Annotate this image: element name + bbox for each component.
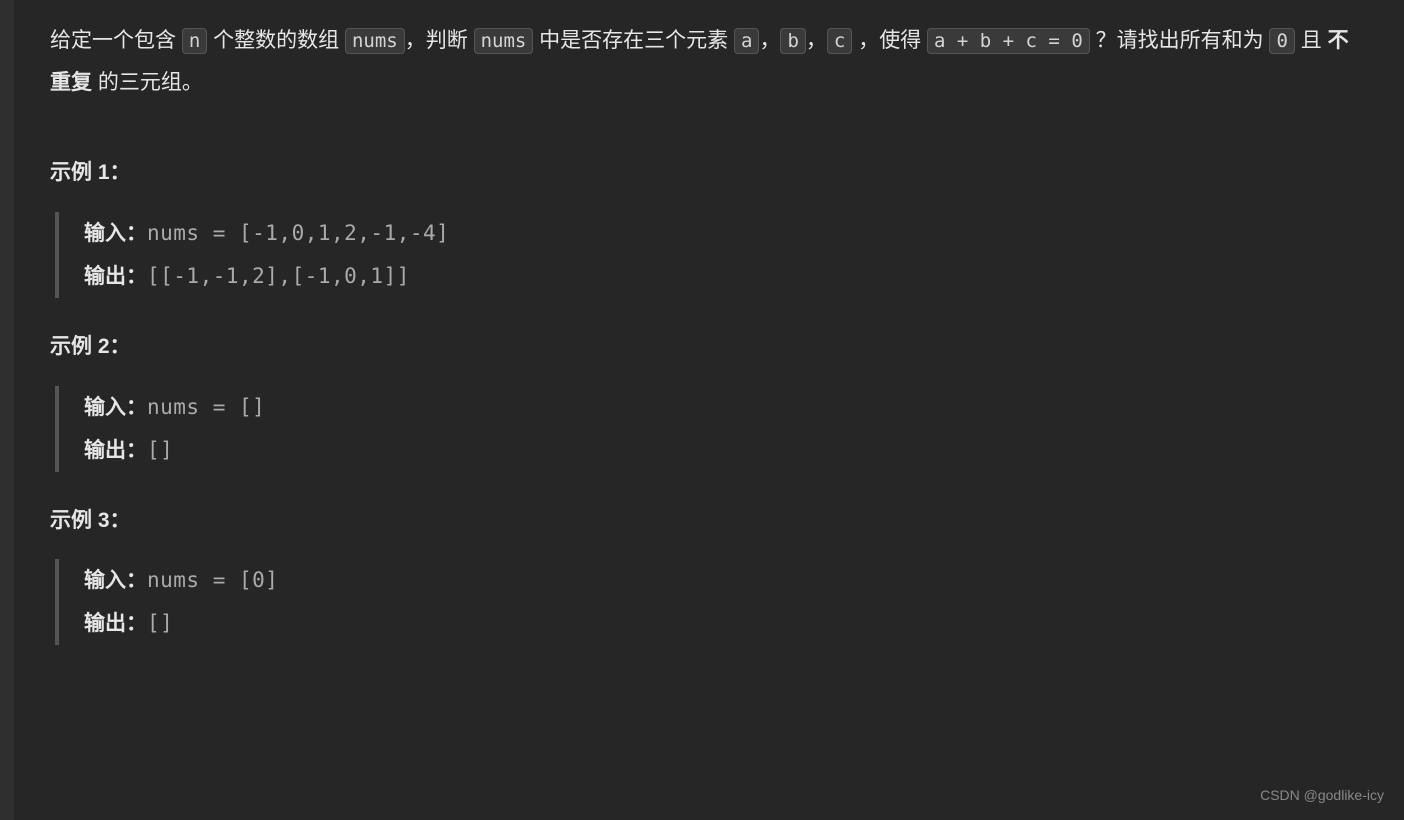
example-input-line: 输入：nums = [-1,0,1,2,-1,-4] [84,212,1354,255]
example-2: 示例 2： 输入：nums = [] 输出：[] [50,328,1354,472]
output-label: 输出： [84,612,147,635]
example-output-line: 输出：[] [84,602,1354,645]
input-value: nums = [-1,0,1,2,-1,-4] [147,221,449,245]
desc-text: ， [806,29,827,52]
example-title: 示例 3： [50,502,1354,540]
example-block: 输入：nums = [0] 输出：[] [55,559,1354,645]
example-output-line: 输出：[[-1,-1,2],[-1,0,1]] [84,255,1354,298]
input-label: 输入： [84,222,147,245]
left-border-decoration [0,0,14,820]
input-label: 输入： [84,569,147,592]
example-title: 示例 1： [50,154,1354,192]
code-nums: nums [345,28,405,54]
code-b: b [780,28,805,54]
input-value: nums = [0] [147,568,278,592]
desc-text: 中是否存在三个元素 [533,29,734,52]
desc-text: ，使得 [852,29,927,52]
desc-text: ？请找出所有和为 [1090,29,1270,52]
input-value: nums = [] [147,395,265,419]
desc-text: 且 [1295,29,1328,52]
example-input-line: 输入：nums = [] [84,386,1354,429]
desc-text: 的三元组。 [92,71,203,94]
code-c: c [827,28,852,54]
code-equation: a + b + c = 0 [927,28,1090,54]
example-input-line: 输入：nums = [0] [84,559,1354,602]
desc-text: ，判断 [405,29,474,52]
output-label: 输出： [84,265,147,288]
example-block: 输入：nums = [-1,0,1,2,-1,-4] 输出：[[-1,-1,2]… [55,212,1354,298]
problem-description: 给定一个包含 n 个整数的数组 nums，判断 nums 中是否存在三个元素 a… [50,20,1354,104]
desc-text: 给定一个包含 [50,29,182,52]
example-title: 示例 2： [50,328,1354,366]
watermark: CSDN @godlike-icy [1260,783,1384,808]
output-value: [[-1,-1,2],[-1,0,1]] [147,264,410,288]
code-zero: 0 [1269,28,1294,54]
code-n: n [182,28,207,54]
output-value: [] [147,611,173,635]
example-3: 示例 3： 输入：nums = [0] 输出：[] [50,502,1354,646]
input-label: 输入： [84,396,147,419]
code-a: a [734,28,759,54]
output-label: 输出： [84,439,147,462]
code-nums: nums [474,28,534,54]
desc-text: 个整数的数组 [207,29,345,52]
problem-content: 给定一个包含 n 个整数的数组 nums，判断 nums 中是否存在三个元素 a… [50,20,1354,645]
output-value: [] [147,438,173,462]
example-1: 示例 1： 输入：nums = [-1,0,1,2,-1,-4] 输出：[[-1… [50,154,1354,298]
example-output-line: 输出：[] [84,429,1354,472]
desc-text: ， [759,29,780,52]
example-block: 输入：nums = [] 输出：[] [55,386,1354,472]
